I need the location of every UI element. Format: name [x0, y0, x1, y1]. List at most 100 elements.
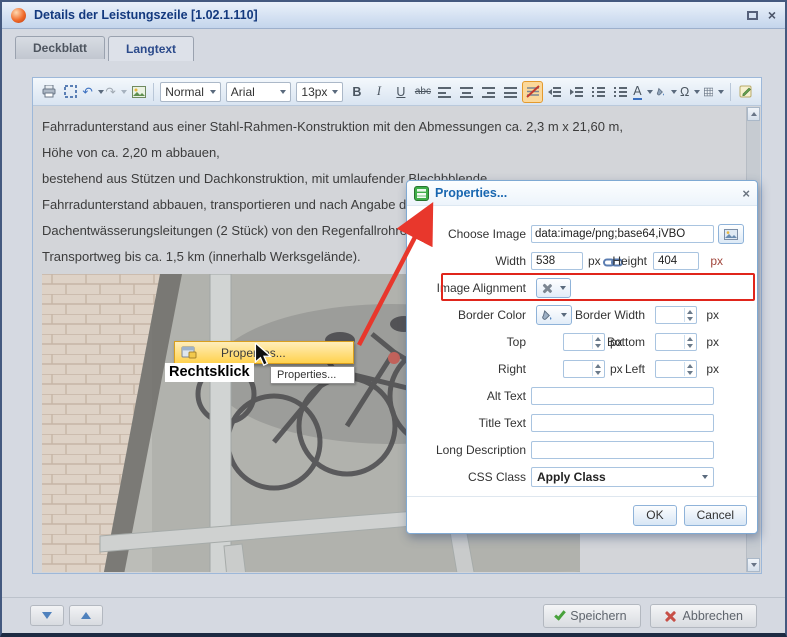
close-icon[interactable]: ×	[768, 8, 776, 22]
title-bar: Details der Leistungszeile [1.02.1.110] …	[2, 2, 785, 29]
border-width-label: Border Width	[575, 308, 645, 322]
align-center-button[interactable]	[456, 81, 477, 103]
edit-source-icon[interactable]	[735, 81, 756, 103]
editor-line: Höhe von ca. 2,20 m abbauen,	[42, 140, 738, 166]
fill-color-button[interactable]	[654, 81, 678, 103]
choose-image-input[interactable]	[531, 225, 714, 243]
undo-caret-icon[interactable]	[98, 90, 104, 94]
chevron-down-icon	[694, 90, 700, 94]
right-stepper[interactable]	[563, 360, 605, 378]
width-input[interactable]	[531, 252, 583, 270]
indent-button[interactable]	[566, 81, 587, 103]
strikethrough-button[interactable]: abc	[412, 81, 433, 103]
border-row: Border Color Border Width px	[415, 305, 749, 325]
scroll-down-icon[interactable]	[747, 558, 760, 572]
title-text-row: Title Text	[415, 413, 749, 433]
align-right-button[interactable]	[478, 81, 499, 103]
browse-image-button[interactable]	[718, 224, 744, 244]
properties-dialog-title: Properties...	[435, 186, 507, 200]
redo-glyph: ↷	[105, 84, 115, 99]
css-class-row: CSS Class Apply Class	[415, 467, 749, 487]
height-input[interactable]	[653, 252, 699, 270]
long-description-row: Long Description	[415, 440, 749, 460]
bottom-stepper[interactable]	[655, 333, 697, 351]
font-family-select[interactable]: Arial	[226, 82, 292, 102]
chevron-down-icon	[560, 286, 566, 290]
title-text-label: Title Text	[415, 416, 526, 430]
special-character-button[interactable]: Ω	[680, 81, 701, 103]
move-down-button[interactable]	[30, 605, 64, 626]
scroll-up-icon[interactable]	[747, 107, 760, 121]
title-text-input[interactable]	[531, 414, 714, 432]
font-color-button[interactable]: A	[632, 81, 653, 103]
properties-icon	[181, 346, 197, 359]
insert-image-icon[interactable]	[128, 81, 149, 103]
chevron-down-icon	[718, 90, 724, 94]
justify-button[interactable]	[500, 81, 521, 103]
border-color-select[interactable]	[536, 305, 572, 325]
tab-deckblatt[interactable]: Deckblatt	[15, 36, 105, 59]
unordered-list-button[interactable]	[610, 81, 631, 103]
move-up-button[interactable]	[69, 605, 103, 626]
justify-icon	[504, 87, 517, 97]
border-width-stepper[interactable]	[655, 306, 697, 324]
ordered-list-button[interactable]	[588, 81, 609, 103]
window-title: Details der Leistungszeile [1.02.1.110]	[34, 8, 258, 22]
print-icon[interactable]	[38, 81, 59, 103]
top-label: Top	[415, 335, 526, 349]
chevron-down-icon	[210, 90, 216, 94]
fullscreen-icon[interactable]	[60, 81, 81, 103]
properties-close-icon[interactable]: ×	[742, 187, 750, 200]
choose-image-label: Choose Image	[415, 227, 526, 241]
chevron-down-icon	[280, 90, 286, 94]
top-bottom-row: Top px Bottom px	[415, 332, 749, 352]
size-row: Width px Height px	[415, 251, 749, 271]
css-class-select[interactable]: Apply Class	[531, 467, 714, 487]
tab-langtext[interactable]: Langtext	[108, 36, 194, 61]
bold-button[interactable]: B	[346, 81, 367, 103]
no-alignment-icon	[541, 283, 552, 294]
paragraph-style-select[interactable]: Normal	[160, 82, 221, 102]
maximize-icon[interactable]	[747, 11, 758, 20]
redo-caret-icon[interactable]	[121, 90, 127, 94]
left-stepper[interactable]	[655, 360, 697, 378]
toolbar-separator	[730, 83, 731, 101]
toolbar-separator	[153, 83, 154, 101]
abort-button[interactable]: Abbrechen	[650, 604, 757, 628]
undo-icon[interactable]: ↶	[82, 81, 104, 103]
right-left-row: Right px Left px	[415, 359, 749, 379]
redo-icon[interactable]: ↷	[105, 81, 127, 103]
top-stepper[interactable]	[563, 333, 605, 351]
show-borders-toggle[interactable]	[522, 81, 543, 103]
save-button-label: Speichern	[570, 609, 626, 623]
long-description-input[interactable]	[531, 441, 714, 459]
image-alignment-select[interactable]	[536, 278, 571, 298]
insert-table-button[interactable]	[702, 81, 726, 103]
properties-tooltip: Properties...	[270, 366, 355, 384]
ok-button[interactable]: OK	[633, 505, 676, 526]
rechtsklick-label: Rechtsklick	[165, 363, 254, 382]
alt-text-input[interactable]	[531, 387, 714, 405]
alt-text-row: Alt Text	[415, 386, 749, 406]
italic-button[interactable]: I	[368, 81, 389, 103]
editor-line: Fahrradunterstand aus einer Stahl-Rahmen…	[42, 114, 738, 140]
image-icon	[724, 229, 738, 240]
omega-glyph: Ω	[680, 85, 689, 99]
chevron-down-icon	[671, 90, 677, 94]
font-size-select[interactable]: 13px	[296, 82, 343, 102]
indent-icon	[570, 87, 583, 97]
right-label: Right	[415, 362, 526, 376]
cancel-button[interactable]: Cancel	[684, 505, 747, 526]
bottom-unit: px	[706, 335, 719, 349]
left-label: Left	[625, 362, 645, 376]
chevron-down-icon	[647, 90, 653, 94]
underline-button[interactable]: U	[390, 81, 411, 103]
right-unit: px	[610, 362, 623, 376]
font-family-value: Arial	[231, 85, 255, 99]
save-button[interactable]: Speichern	[543, 604, 640, 628]
outdent-button[interactable]	[544, 81, 565, 103]
image-properties-icon	[414, 186, 429, 201]
x-icon	[664, 610, 676, 622]
image-alignment-label: Image Alignment	[415, 281, 526, 295]
align-left-button[interactable]	[434, 81, 455, 103]
